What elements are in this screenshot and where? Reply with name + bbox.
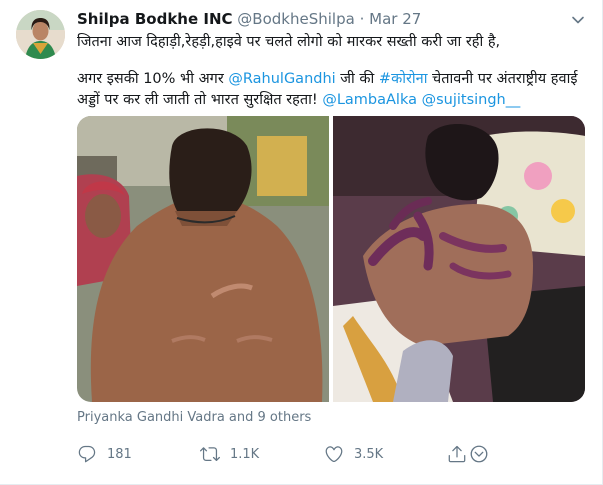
tweet-media <box>77 116 585 402</box>
mention-lambaalka[interactable]: @LambaAlka <box>322 92 417 108</box>
tweet-actions: 181 1.1K 3.5K <box>77 443 497 465</box>
photo-left[interactable] <box>77 116 329 402</box>
text-segment: अगर इसकी 10% भी अगर <box>77 71 229 87</box>
more-share-button[interactable] <box>469 443 489 465</box>
retweet-count: 1.1K <box>230 446 260 462</box>
hashtag-link[interactable]: #कोरोना <box>379 71 428 87</box>
share-icon <box>448 445 466 463</box>
tweet-line-2: अगर इसकी 10% भी अगर @RahulGandhi जी की #… <box>77 69 587 111</box>
reply-count: 181 <box>107 446 132 462</box>
separator-dot: · <box>359 10 365 28</box>
tagged-people[interactable]: Priyanka Gandhi Vadra and 9 others <box>77 410 311 425</box>
like-button[interactable]: 3.5K <box>324 443 383 465</box>
reply-button[interactable]: 181 <box>77 443 132 465</box>
retweet-icon <box>200 447 220 462</box>
heart-icon <box>325 446 343 463</box>
avatar-photo <box>16 10 65 59</box>
chevron-down-icon[interactable] <box>571 12 585 26</box>
photo-left-image <box>77 116 329 402</box>
tweet-line-1: जितना आज दिहाड़ी,रेहड़ी,हाइवे पर चलते लो… <box>77 34 501 50</box>
bookmark-circle-icon <box>470 445 488 463</box>
retweet-button[interactable]: 1.1K <box>200 443 259 465</box>
tweet-text: जितना आज दिहाड़ी,रेहड़ी,हाइवे पर चलते लो… <box>77 32 587 111</box>
mention-sujitsingh[interactable]: @sujitsingh__ <box>422 92 521 108</box>
author-handle[interactable]: @BodkheShilpa <box>237 10 355 28</box>
photo-right-image <box>333 116 585 402</box>
like-count: 3.5K <box>354 446 384 462</box>
tweet-card[interactable]: Shilpa Bodkhe INC @BodkheShilpa · Mar 27… <box>0 0 603 485</box>
mention-rahulgandhi[interactable]: @RahulGandhi <box>228 71 335 87</box>
avatar[interactable] <box>16 10 65 59</box>
reply-icon <box>78 445 96 463</box>
photo-right[interactable] <box>333 116 585 402</box>
text-segment: जी की <box>335 71 379 87</box>
author-name[interactable]: Shilpa Bodkhe INC <box>77 10 233 28</box>
tweet-date[interactable]: Mar 27 <box>369 10 421 28</box>
share-button[interactable] <box>447 443 467 465</box>
tweet-header: Shilpa Bodkhe INC @BodkheShilpa · Mar 27 <box>77 10 421 28</box>
